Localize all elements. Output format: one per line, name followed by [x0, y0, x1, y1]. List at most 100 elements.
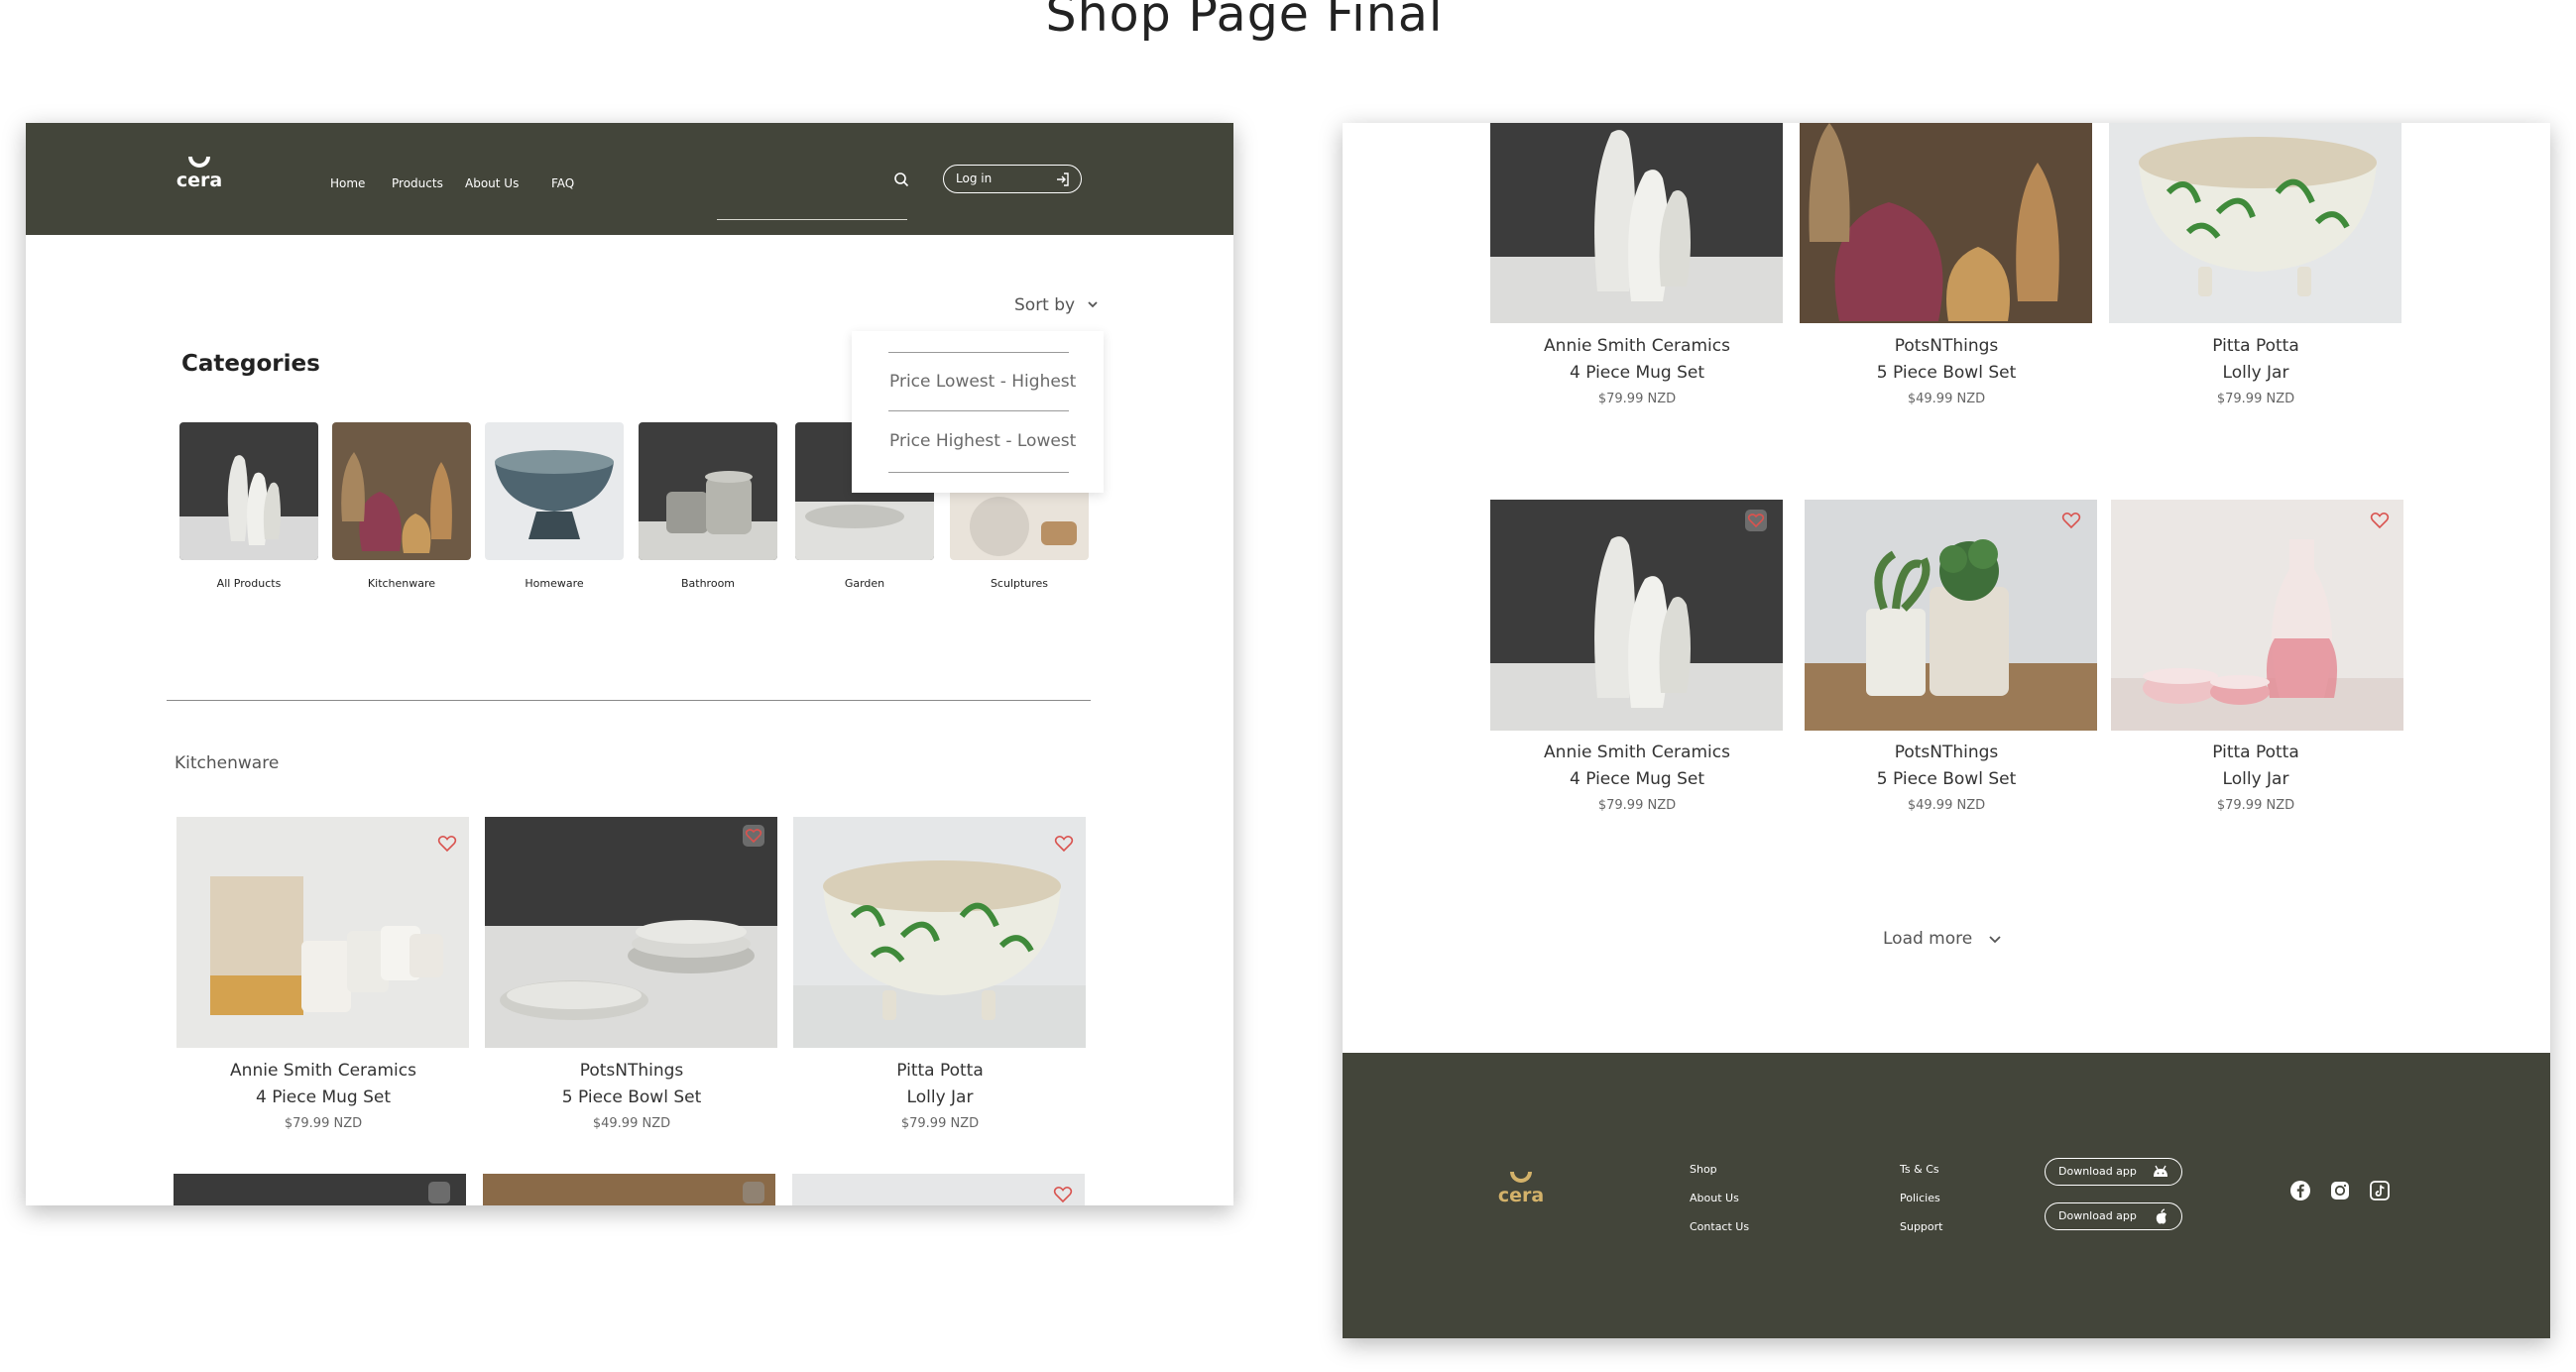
product-name[interactable]: 5 Piece Bowl Set: [1798, 766, 2095, 793]
product-image[interactable]: [1490, 500, 1783, 731]
categories-heading: Categories: [181, 351, 320, 377]
product-image[interactable]: [485, 817, 777, 1048]
product-name[interactable]: Lolly Jar: [2107, 360, 2404, 387]
product-info: PotsNThings 5 Piece Bowl Set $49.99 NZD: [483, 1058, 780, 1131]
product-name[interactable]: Lolly Jar: [791, 1085, 1089, 1111]
login-button[interactable]: Log in: [943, 165, 1082, 193]
product-image[interactable]: [174, 1174, 466, 1205]
product-info: Annie Smith Ceramics 4 Piece Mug Set $79…: [1488, 740, 1786, 813]
favorite-heart-icon[interactable]: [743, 825, 764, 847]
product-image[interactable]: [792, 1174, 1085, 1205]
favorite-heart-icon[interactable]: [1745, 510, 1767, 531]
nav-about-us[interactable]: About Us: [465, 176, 519, 190]
load-more-button[interactable]: Load more: [1883, 929, 2002, 949]
product-price: $79.99 NZD: [1597, 392, 1677, 406]
menu-divider: [888, 472, 1069, 473]
product-name[interactable]: 4 Piece Mug Set: [1488, 360, 1786, 387]
product-info: PotsNThings 5 Piece Bowl Set $49.99 NZD: [1798, 333, 2095, 406]
menu-divider: [888, 352, 1069, 353]
product-brand[interactable]: Annie Smith Ceramics: [1488, 333, 1786, 360]
download-android-button[interactable]: Download app: [2045, 1158, 2182, 1186]
footer-link-contact-us[interactable]: Contact Us: [1690, 1220, 1749, 1233]
sort-by-button[interactable]: Sort by: [1014, 295, 1075, 315]
product-name[interactable]: 5 Piece Bowl Set: [483, 1085, 780, 1111]
chevron-down-icon[interactable]: [1087, 299, 1099, 309]
product-info: Pitta Potta Lolly Jar $79.99 NZD: [791, 1058, 1089, 1131]
menu-divider: [888, 410, 1069, 411]
instagram-icon[interactable]: [2329, 1180, 2351, 1201]
category-label-garden: Garden: [844, 577, 885, 590]
search-icon[interactable]: [893, 172, 909, 187]
logo-smile-icon: [1510, 1172, 1532, 1183]
nav-faq[interactable]: FAQ: [551, 176, 574, 190]
product-brand[interactable]: Pitta Potta: [2107, 740, 2404, 766]
category-kitchenware-image[interactable]: [332, 422, 471, 560]
product-brand[interactable]: Annie Smith Ceramics: [175, 1058, 472, 1085]
footer-link-terms[interactable]: Ts & Cs: [1900, 1163, 1939, 1176]
footer-link-shop[interactable]: Shop: [1690, 1163, 1717, 1176]
footer-link-support[interactable]: Support: [1900, 1220, 1942, 1233]
product-name[interactable]: 4 Piece Mug Set: [175, 1085, 472, 1111]
chevron-down-icon: [1989, 936, 2001, 944]
product-brand[interactable]: Annie Smith Ceramics: [1488, 740, 1786, 766]
product-image[interactable]: [483, 1174, 775, 1205]
product-image[interactable]: [793, 817, 1086, 1048]
product-info: Pitta Potta Lolly Jar $79.99 NZD: [2107, 333, 2404, 406]
apple-icon: [2156, 1208, 2166, 1224]
product-price: $79.99 NZD: [900, 1116, 980, 1131]
logo[interactable]: cera: [175, 157, 224, 191]
product-brand[interactable]: Pitta Potta: [791, 1058, 1089, 1085]
favorite-heart-icon[interactable]: [743, 1182, 764, 1203]
product-brand[interactable]: Pitta Potta: [2107, 333, 2404, 360]
nav-home[interactable]: Home: [330, 176, 365, 190]
shop-page-bottom: Annie Smith Ceramics 4 Piece Mug Set $79…: [1343, 123, 2550, 1338]
favorite-heart-icon[interactable]: [428, 1182, 450, 1203]
product-info: Pitta Potta Lolly Jar $79.99 NZD: [2107, 740, 2404, 813]
product-price: $49.99 NZD: [592, 1116, 671, 1131]
category-label-all-products: All Products: [216, 577, 282, 590]
search-input[interactable]: [717, 190, 907, 220]
android-icon: [2154, 1165, 2167, 1177]
product-price: $79.99 NZD: [2216, 798, 2295, 813]
category-label-sculptures: Sculptures: [990, 577, 1049, 590]
product-info: PotsNThings 5 Piece Bowl Set $49.99 NZD: [1798, 740, 2095, 813]
product-price: $49.99 NZD: [1907, 392, 1986, 406]
product-info: Annie Smith Ceramics 4 Piece Mug Set $79…: [1488, 333, 1786, 406]
site-footer: cera Shop About Us Contact Us Ts & Cs Po…: [1343, 1053, 2550, 1338]
download-ios-button[interactable]: Download app: [2045, 1202, 2182, 1230]
product-brand[interactable]: PotsNThings: [483, 1058, 780, 1085]
favorite-heart-icon[interactable]: [436, 833, 458, 855]
product-info: Annie Smith Ceramics 4 Piece Mug Set $79…: [175, 1058, 472, 1131]
sort-option-low-high[interactable]: Price Lowest - Highest: [889, 372, 1076, 392]
tiktok-icon[interactable]: [2369, 1180, 2391, 1201]
footer-link-policies[interactable]: Policies: [1900, 1192, 1940, 1204]
product-brand[interactable]: PotsNThings: [1798, 740, 2095, 766]
category-homeware-image[interactable]: [485, 422, 624, 560]
nav-products[interactable]: Products: [392, 176, 443, 190]
footer-logo[interactable]: cera: [1496, 1172, 1546, 1206]
category-all-products-image[interactable]: [179, 422, 318, 560]
shop-page-top: cera Home Products About Us FAQ Log in S…: [26, 123, 1233, 1205]
product-image[interactable]: [2109, 123, 2401, 323]
product-brand[interactable]: PotsNThings: [1798, 333, 2095, 360]
product-image[interactable]: [2111, 500, 2403, 731]
product-image[interactable]: [1805, 500, 2097, 731]
favorite-heart-icon[interactable]: [1052, 1184, 1074, 1205]
favorite-heart-icon[interactable]: [2060, 510, 2082, 531]
product-name[interactable]: 4 Piece Mug Set: [1488, 766, 1786, 793]
sort-option-high-low[interactable]: Price Highest - Lowest: [889, 431, 1076, 451]
product-name[interactable]: Lolly Jar: [2107, 766, 2404, 793]
category-label-homeware: Homeware: [525, 577, 584, 590]
logo-smile-icon: [188, 157, 210, 168]
product-image[interactable]: [1800, 123, 2092, 323]
facebook-icon[interactable]: [2289, 1180, 2311, 1201]
section-heading: Kitchenware: [175, 753, 280, 773]
product-name[interactable]: 5 Piece Bowl Set: [1798, 360, 2095, 387]
footer-link-about-us[interactable]: About Us: [1690, 1192, 1739, 1204]
product-image[interactable]: [176, 817, 469, 1048]
favorite-heart-icon[interactable]: [1053, 833, 1075, 855]
category-label-bathroom: Bathroom: [680, 577, 736, 590]
category-bathroom-image[interactable]: [639, 422, 777, 560]
product-image[interactable]: [1490, 123, 1783, 323]
favorite-heart-icon[interactable]: [2369, 510, 2391, 531]
